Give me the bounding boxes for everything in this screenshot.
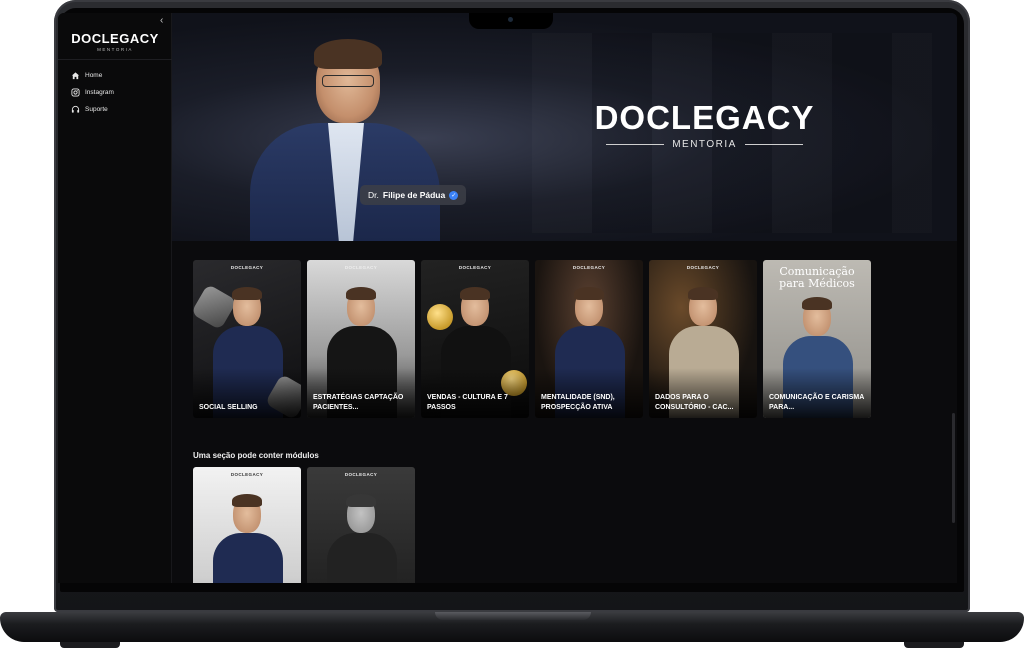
camera-notch [469, 13, 553, 29]
lid-groove [435, 612, 591, 620]
sidebar-divider [58, 59, 172, 60]
cover-title: Comunicação para Médicos [779, 265, 855, 290]
home-icon [70, 71, 80, 81]
sidebar-nav: Home Instagram Suporte [70, 67, 114, 118]
card-brand: DOCLEGACY [458, 265, 492, 270]
module-card[interactable]: DOCLEGACY [307, 467, 415, 583]
module-title: SOCIAL SELLING [199, 403, 258, 411]
module-card[interactable]: Comunicação para Médicos COMUNICAÇÃO E C… [763, 260, 871, 418]
headset-icon [70, 105, 80, 115]
app-logo[interactable]: DOCLEGACY MENTORIA [58, 31, 172, 52]
sidebar-item-label: Home [85, 72, 103, 79]
card-brand: DOCLEGACY [572, 265, 606, 270]
sidebar-item-suporte[interactable]: Suporte [70, 101, 114, 118]
camera-icon [508, 17, 513, 22]
laptop-foot [60, 642, 120, 648]
module-title: VENDAS - CULTURA E 7 PASSOS [427, 394, 508, 411]
mentor-name-badge: Dr. Filipe de Pádua ✓ [360, 185, 467, 205]
hero-banner: Dr. Filipe de Pádua ✓ DOCLEGACY MENTORIA [172, 13, 957, 241]
collapse-sidebar-icon[interactable]: ‹ [160, 15, 163, 26]
module-card[interactable]: DOCLEGACY [193, 467, 301, 583]
laptop-foot [904, 642, 964, 648]
module-title: MENTALIDADE (SND), PROSPECÇÃO ATIVA [541, 394, 615, 411]
sidebar-item-home[interactable]: Home [70, 67, 114, 84]
hero-brand-sub: MENTORIA [672, 139, 737, 150]
logo-word: DOCLEGACY [71, 31, 159, 46]
verified-icon: ✓ [449, 190, 459, 200]
module-card[interactable]: DOCLEGACY ESTRATÉGIAS CAPTAÇÃO PACIENTES… [307, 260, 415, 418]
sidebar: ‹ DOCLEGACY MENTORIA Home Instagram Supo… [58, 13, 172, 583]
hero-brand: DOCLEGACY MENTORIA [582, 99, 827, 150]
card-brand: DOCLEGACY [344, 472, 378, 477]
scrollbar[interactable] [952, 413, 955, 523]
sidebar-item-instagram[interactable]: Instagram [70, 84, 114, 101]
mentor-photo [250, 27, 440, 241]
hero-brand-word: DOCLEGACY [594, 99, 815, 136]
card-brand: DOCLEGACY [230, 265, 264, 270]
laptop-base [0, 612, 1024, 642]
instagram-icon [70, 88, 80, 98]
module-card[interactable]: DOCLEGACY SOCIAL SELLING [193, 260, 301, 418]
sidebar-item-label: Suporte [85, 106, 108, 113]
screen: ‹ DOCLEGACY MENTORIA Home Instagram Supo… [58, 13, 957, 583]
sidebar-item-label: Instagram [85, 89, 114, 96]
module-title: ESTRATÉGIAS CAPTAÇÃO PACIENTES... [313, 394, 404, 411]
card-brand: DOCLEGACY [344, 265, 378, 270]
logo-sub: MENTORIA [97, 47, 133, 52]
divider-line [606, 144, 665, 145]
module-title: DADOS PARA O CONSULTÓRIO - CAC... [655, 394, 734, 411]
card-brand: DOCLEGACY [686, 265, 720, 270]
section-title: Uma seção pode conter módulos [193, 451, 319, 460]
name-prefix: Dr. [368, 190, 379, 200]
module-row: DOCLEGACY DOCLEGACY [193, 467, 415, 583]
module-card[interactable]: DOCLEGACY DADOS PARA O CONSULTÓRIO - CAC… [649, 260, 757, 418]
module-card[interactable]: DOCLEGACY VENDAS - CULTURA E 7 PASSOS [421, 260, 529, 418]
divider-line [744, 144, 803, 145]
module-row: DOCLEGACY SOCIAL SELLING DOCLEGACY ESTRA… [193, 260, 871, 418]
module-card[interactable]: DOCLEGACY MENTALIDADE (SND), PROSPECÇÃO … [535, 260, 643, 418]
module-title: COMUNICAÇÃO E CARISMA PARA... [769, 394, 865, 411]
mentor-name: Filipe de Pádua [382, 190, 446, 200]
card-brand: DOCLEGACY [230, 472, 264, 477]
